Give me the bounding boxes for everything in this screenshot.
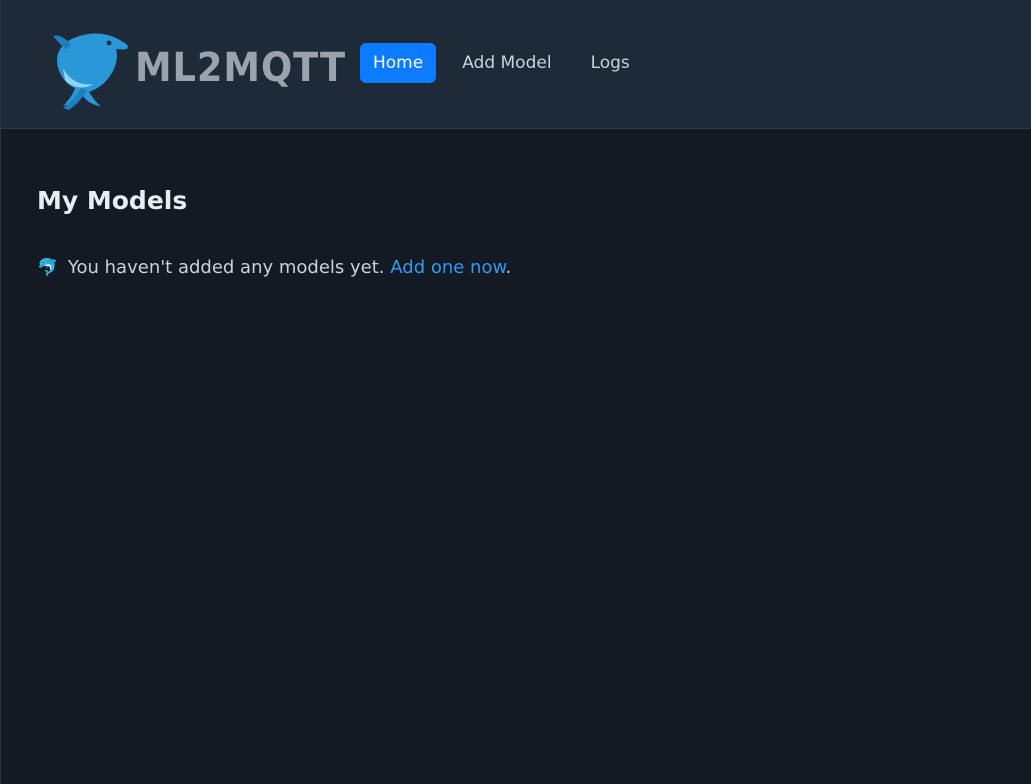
nav-logs[interactable]: Logs: [578, 43, 643, 83]
empty-state-text: You haven't added any models yet.: [67, 257, 385, 278]
add-model-link[interactable]: Add one now: [390, 257, 505, 278]
navbar: ML2MQTT Home Add Model Logs: [1, 0, 1031, 129]
page-title: My Models: [37, 186, 188, 215]
brand[interactable]: ML2MQTT: [49, 28, 364, 114]
empty-state-suffix: .: [505, 257, 512, 278]
main-content: My Models 🐬 You haven't added any models…: [37, 186, 511, 278]
dolphin-icon: [49, 28, 131, 114]
brand-name: ML2MQTT: [135, 45, 347, 91]
dolphin-emoji-icon: 🐬: [37, 258, 59, 278]
empty-state-message: 🐬 You haven't added any models yet. Add …: [37, 257, 511, 278]
nav-home[interactable]: Home: [360, 43, 437, 83]
nav-add-model[interactable]: Add Model: [449, 43, 564, 83]
page: ML2MQTT Home Add Model Logs My Models 🐬 …: [0, 0, 1031, 784]
main-nav: Home Add Model Logs: [360, 43, 656, 83]
